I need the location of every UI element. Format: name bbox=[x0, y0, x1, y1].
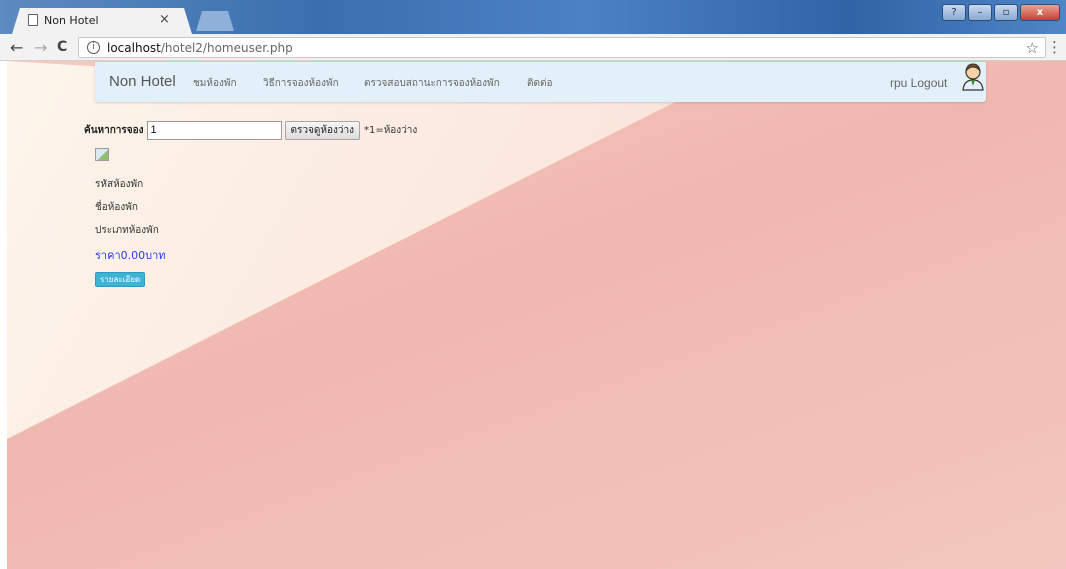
info-icon[interactable]: i bbox=[87, 41, 100, 54]
minimize-button[interactable]: – bbox=[968, 4, 992, 21]
room-code-label: รหัสห้องพัก bbox=[95, 179, 144, 190]
window-controls: ? – ▫ x bbox=[942, 4, 1060, 21]
url-host: localhost bbox=[107, 41, 161, 55]
page-viewport: Non Hotel ชมห้องพัก วิธีการจองห้องพัก ตร… bbox=[7, 61, 1066, 569]
room-details-button[interactable]: รายละเอียด bbox=[95, 272, 146, 287]
page-icon bbox=[28, 14, 38, 26]
url-path: /hotel2/homeuser.php bbox=[160, 41, 293, 55]
search-note: *1=ห้องว่าง bbox=[363, 124, 418, 136]
logout-link[interactable]: rpu Logout bbox=[890, 76, 947, 90]
forward-arrow-icon[interactable]: → bbox=[34, 38, 47, 57]
broken-image-icon bbox=[95, 148, 109, 161]
user-avatar-icon[interactable] bbox=[961, 63, 985, 91]
booking-search-input[interactable] bbox=[146, 120, 282, 140]
site-navbar: Non Hotel ชมห้องพัก วิธีการจองห้องพัก ตร… bbox=[95, 62, 986, 102]
search-label: ค้นหาการจอง bbox=[84, 124, 144, 136]
room-name-label: ชื่อห้องพัก bbox=[95, 202, 138, 213]
address-bar[interactable]: i localhost/hotel2/homeuser.php ☆ bbox=[78, 37, 1046, 58]
room-price: ราคา0.00บาท bbox=[95, 249, 166, 262]
help-button[interactable]: ? bbox=[942, 4, 966, 21]
new-tab-button[interactable] bbox=[196, 11, 234, 31]
tab-close-icon[interactable]: × bbox=[159, 12, 170, 27]
reload-icon[interactable]: C bbox=[57, 39, 67, 55]
browser-toolbar: ← → C i localhost/hotel2/homeuser.php ☆ … bbox=[0, 34, 1066, 61]
close-window-button[interactable]: x bbox=[1020, 4, 1060, 21]
tab-title: Non Hotel bbox=[44, 14, 99, 27]
url-text: localhost/hotel2/homeuser.php bbox=[107, 41, 293, 55]
browser-menu-icon[interactable]: ⋮ bbox=[1047, 38, 1062, 56]
room-type-label: ประเภทห้องพัก bbox=[95, 225, 159, 236]
check-availability-button[interactable]: ตรวจดูห้องว่าง bbox=[284, 120, 360, 140]
nav-link-contact[interactable]: ติดต่อ bbox=[527, 76, 553, 91]
browser-tab[interactable]: Non Hotel × bbox=[12, 8, 192, 34]
nav-link-check-status[interactable]: ตรวจสอบสถานะการจองห้องพัก bbox=[364, 76, 500, 91]
nav-link-how-to-book[interactable]: วิธีการจองห้องพัก bbox=[263, 76, 339, 91]
window-titlebar: Non Hotel × ? – ▫ x bbox=[0, 0, 1066, 34]
nav-link-view-rooms[interactable]: ชมห้องพัก bbox=[193, 76, 237, 91]
search-row: ค้นหาการจอง ตรวจดูห้องว่าง *1=ห้องว่าง bbox=[84, 120, 417, 140]
back-arrow-icon[interactable]: ← bbox=[10, 38, 23, 57]
site-brand[interactable]: Non Hotel bbox=[109, 73, 176, 90]
maximize-button[interactable]: ▫ bbox=[994, 4, 1018, 21]
bookmark-star-icon[interactable]: ☆ bbox=[1026, 39, 1039, 57]
